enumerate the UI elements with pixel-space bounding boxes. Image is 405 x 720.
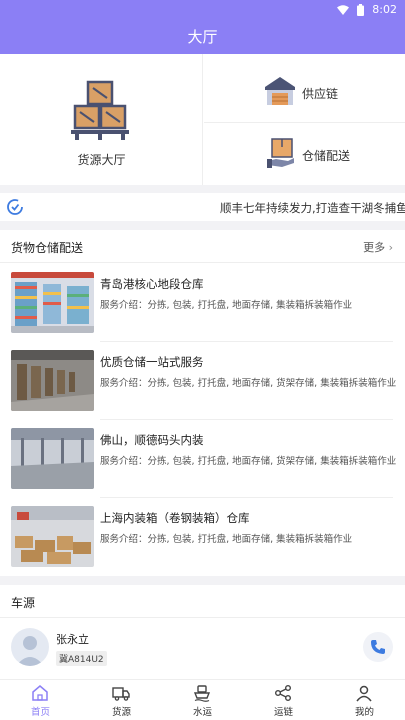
warehouse-delivery-label: 仓储配送 — [302, 149, 351, 163]
divider — [0, 617, 405, 618]
cargo-hall-card[interactable]: 货源大厅 — [0, 54, 203, 185]
truck-icon — [112, 687, 130, 701]
hero-panel: 货源大厅 供应链 仓储配送 — [0, 54, 405, 185]
list-item[interactable]: 佛山，顺德码头内装 服务介绍：分拣, 包装, 打托盘, 地面存储, 货架存储, … — [0, 420, 405, 498]
more-link[interactable]: 更多 › — [363, 239, 393, 255]
item-description: 服务介绍：分拣, 包装, 打托盘, 地面存储, 货架存储, 集装箱拆装箱作业 — [100, 378, 397, 389]
ticker-text: 顺丰七年持续发力,打造查干湖冬捕鱼" — [220, 201, 405, 215]
driver-name: 张永立 — [56, 633, 89, 646]
news-ticker[interactable]: 顺丰七年持续发力,打造查干湖冬捕鱼" — [0, 193, 405, 221]
home-icon — [32, 685, 48, 701]
page-title: 大厅 — [187, 28, 218, 46]
avatar[interactable] — [11, 628, 49, 666]
cargo-hall-label: 货源大厅 — [77, 153, 126, 167]
refresh-icon — [7, 199, 23, 215]
item-description: 服务介绍：分拣, 包装, 打托盘, 地面存储, 集装箱拆装箱作业 — [100, 534, 353, 545]
tab-transport-chain[interactable]: 运链 — [243, 680, 324, 720]
warehouse-photo — [11, 506, 94, 567]
chevron-right-icon: › — [388, 241, 393, 254]
warehouse-photo — [11, 428, 94, 489]
tab-label: 我的 — [354, 707, 374, 718]
list-item[interactable]: 优质仓储一站式服务 服务介绍：分拣, 包装, 打托盘, 地面存储, 货架存储, … — [0, 342, 405, 420]
status-right: 8:02 — [337, 3, 397, 16]
supply-chain-card[interactable]: 供应链 — [204, 54, 405, 123]
battery-icon — [357, 3, 365, 16]
tab-label: 货源 — [111, 707, 131, 718]
tab-label: 运链 — [273, 707, 293, 718]
tab-home[interactable]: 首页 — [0, 680, 81, 720]
app-bar: 大厅 — [0, 20, 405, 54]
item-title: 青岛港核心地段仓库 — [100, 277, 204, 291]
warehouse-delivery-card[interactable]: 仓储配送 — [204, 124, 405, 185]
section-header: 货物仓储配送 更多 › — [0, 230, 405, 263]
phone-icon — [371, 640, 385, 654]
ship-icon — [193, 685, 211, 702]
item-description: 服务介绍：分拣, 包装, 打托盘, 地面存储, 集装箱拆装箱作业 — [100, 300, 353, 311]
item-description: 服务介绍：分拣, 包装, 打托盘, 地面存储, 货架存储, 集装箱拆装箱作业 — [100, 456, 397, 467]
share-icon — [275, 685, 291, 701]
tab-label: 水运 — [192, 707, 212, 718]
status-time: 8:02 — [372, 3, 397, 16]
section-title: 车源 — [11, 596, 36, 610]
status-bar: 8:02 — [0, 0, 405, 20]
warehouse-photo — [11, 350, 94, 411]
more-label: 更多 — [363, 241, 386, 254]
list-item[interactable]: 青岛港核心地段仓库 服务介绍：分拣, 包装, 打托盘, 地面存储, 集装箱拆装箱… — [0, 264, 405, 342]
boxes-icon — [71, 80, 129, 140]
bottom-tab-bar: 首页 货源 水运 运链 我的 — [0, 679, 405, 720]
call-button[interactable] — [363, 632, 393, 662]
section-title: 货物仓储配送 — [11, 241, 84, 255]
warehouse-icon — [265, 77, 295, 105]
tab-cargo[interactable]: 货源 — [81, 680, 162, 720]
tab-water-transport[interactable]: 水运 — [162, 680, 243, 720]
user-icon — [356, 685, 372, 702]
warehouse-photo — [11, 272, 94, 333]
warehouse-section: 货物仓储配送 更多 › 青岛港核心地段仓库 服务介绍：分拣, 包装, 打托盘, … — [0, 230, 405, 576]
item-title: 佛山，顺德码头内装 — [100, 433, 204, 447]
list-item[interactable]: 上海内装箱（卷钢装箱）仓库 服务介绍：分拣, 包装, 打托盘, 地面存储, 集装… — [0, 498, 405, 576]
wifi-icon — [337, 4, 350, 15]
item-title: 上海内装箱（卷钢装箱）仓库 — [100, 511, 250, 525]
package-hand-icon — [267, 138, 294, 168]
tab-mine[interactable]: 我的 — [324, 680, 405, 720]
tab-label: 首页 — [30, 707, 50, 718]
license-plate: 冀A814U2 — [56, 651, 107, 666]
supply-chain-label: 供应链 — [302, 87, 339, 101]
car-source-section: 车源 张永立 冀A814U2 — [0, 585, 405, 679]
item-title: 优质仓储一站式服务 — [100, 355, 204, 369]
